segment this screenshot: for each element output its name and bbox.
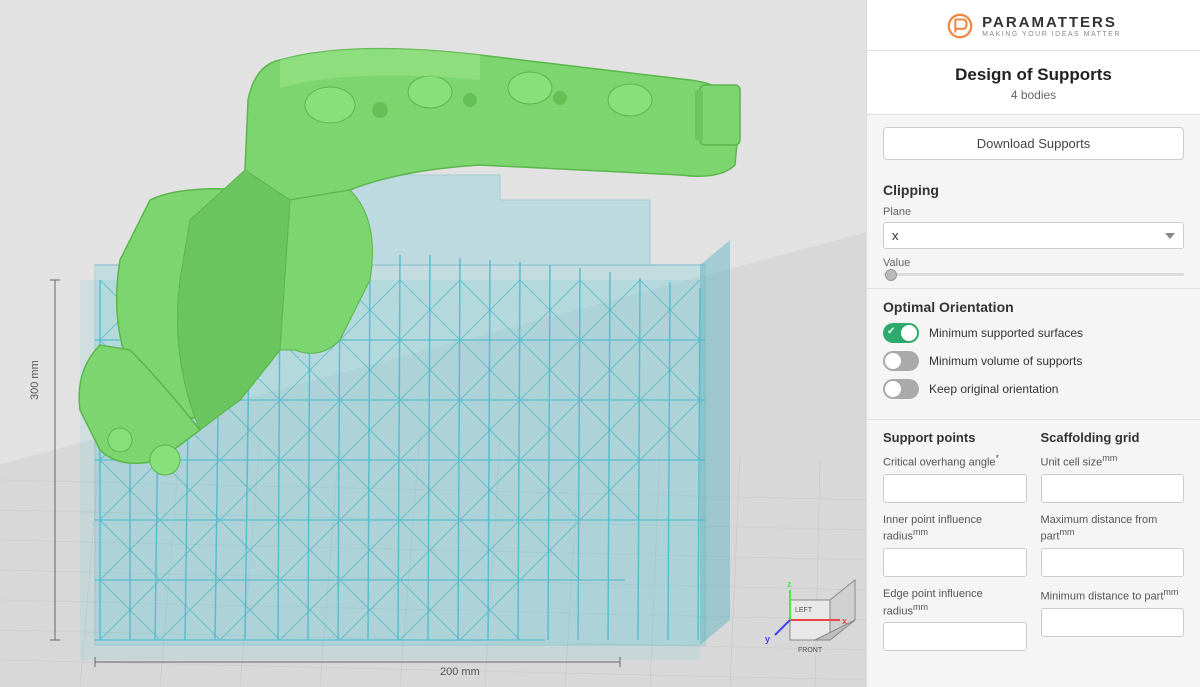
slider-track[interactable] [883, 273, 1184, 276]
value-label: Value [883, 257, 1184, 269]
toggle-row-min-surfaces: ✓ Minimum supported surfaces [883, 323, 1184, 343]
orientation-section: Optimal Orientation ✓ Minimum supported … [867, 289, 1200, 420]
overhang-angle-label: Critical overhang angle* [883, 453, 1027, 470]
toggle-label-keep-orientation: Keep original orientation [929, 382, 1058, 396]
plane-select[interactable]: x y z [883, 222, 1184, 249]
support-col: Support points Critical overhang angle* … [883, 430, 1027, 651]
scaffolding-col: Scaffolding grid Unit cell sizemm 8 Maxi… [1041, 430, 1185, 651]
logo-text: PARAMATTERS MAKING YOUR IDEAS MATTER [982, 14, 1121, 38]
value-slider-container: Value [883, 257, 1184, 276]
subtitle: 4 bodies [883, 88, 1184, 102]
edge-radius-label: Edge point influence radiusmm [883, 587, 1027, 618]
page-title: Design of Supports [883, 65, 1184, 85]
orientation-title: Optimal Orientation [883, 299, 1184, 315]
svg-text:z: z [787, 579, 792, 589]
svg-text:FRONT: FRONT [798, 647, 823, 654]
toggle-min-volume[interactable] [883, 351, 919, 371]
inner-radius-label: Inner point influence radiusmm [883, 513, 1027, 544]
toggle-circle-3 [885, 381, 901, 397]
clipping-title: Clipping [883, 182, 1184, 198]
toggle-keep-orientation[interactable] [883, 379, 919, 399]
inner-radius-input[interactable]: 3 [883, 548, 1027, 577]
panel-header: PARAMATTERS MAKING YOUR IDEAS MATTER [867, 0, 1200, 51]
svg-text:LEFT: LEFT [795, 607, 813, 614]
logo-tagline: MAKING YOUR IDEAS MATTER [982, 31, 1121, 38]
params-section: Support points Critical overhang angle* … [867, 420, 1200, 663]
download-button[interactable]: Download Supports [883, 127, 1184, 160]
max-distance-input[interactable]: 3 [1041, 548, 1185, 577]
viewport: 300 mm 200 mm x z y LEFT FRONT [0, 0, 866, 687]
min-distance-label: Minimum distance to partmm [1041, 587, 1185, 604]
edge-radius-input[interactable]: 1.5 [883, 622, 1027, 651]
inner-radius-field: Inner point influence radiusmm 3 [883, 513, 1027, 577]
max-distance-label: Maximum distance from partmm [1041, 513, 1185, 544]
dim-300-label: 300 mm [29, 360, 41, 400]
svg-text:y: y [765, 634, 770, 644]
toggle-circle-2 [885, 353, 901, 369]
toggle-check-icon: ✓ [887, 326, 895, 337]
plane-label: Plane [883, 206, 1184, 218]
plane-field: Plane x y z [883, 206, 1184, 249]
unit-cell-field: Unit cell sizemm 8 [1041, 453, 1185, 503]
support-col-title: Support points [883, 430, 1027, 445]
logo-icon [946, 12, 974, 40]
min-distance-input[interactable]: 0.5 [1041, 608, 1185, 637]
edge-radius-field: Edge point influence radiusmm 1.5 [883, 587, 1027, 651]
slider-thumb[interactable] [885, 269, 897, 281]
toggle-row-min-volume: Minimum volume of supports [883, 351, 1184, 371]
logo-name: PARAMATTERS [982, 14, 1117, 31]
overhang-angle-input[interactable]: 40 [883, 474, 1027, 503]
min-distance-field: Minimum distance to partmm 0.5 [1041, 587, 1185, 637]
clipping-section: Clipping Plane x y z Value [867, 172, 1200, 289]
toggle-circle [901, 325, 917, 341]
toggle-label-min-volume: Minimum volume of supports [929, 354, 1082, 368]
right-panel: PARAMATTERS MAKING YOUR IDEAS MATTER Des… [866, 0, 1200, 687]
params-grid: Support points Critical overhang angle* … [883, 430, 1184, 651]
toggle-min-surfaces[interactable]: ✓ [883, 323, 919, 343]
toggle-label-min-surfaces: Minimum supported surfaces [929, 326, 1083, 340]
unit-cell-input[interactable]: 8 [1041, 474, 1185, 503]
max-distance-field: Maximum distance from partmm 3 [1041, 513, 1185, 577]
dim-200-label: 200 mm [440, 666, 480, 678]
logo-area: PARAMATTERS MAKING YOUR IDEAS MATTER [883, 12, 1184, 40]
unit-cell-label: Unit cell sizemm [1041, 453, 1185, 470]
svg-text:x: x [842, 616, 847, 626]
overhang-angle-field: Critical overhang angle* 40 [883, 453, 1027, 503]
title-section: Design of Supports 4 bodies [867, 51, 1200, 115]
scaffolding-col-title: Scaffolding grid [1041, 430, 1185, 445]
toggle-row-keep-orientation: Keep original orientation [883, 379, 1184, 399]
